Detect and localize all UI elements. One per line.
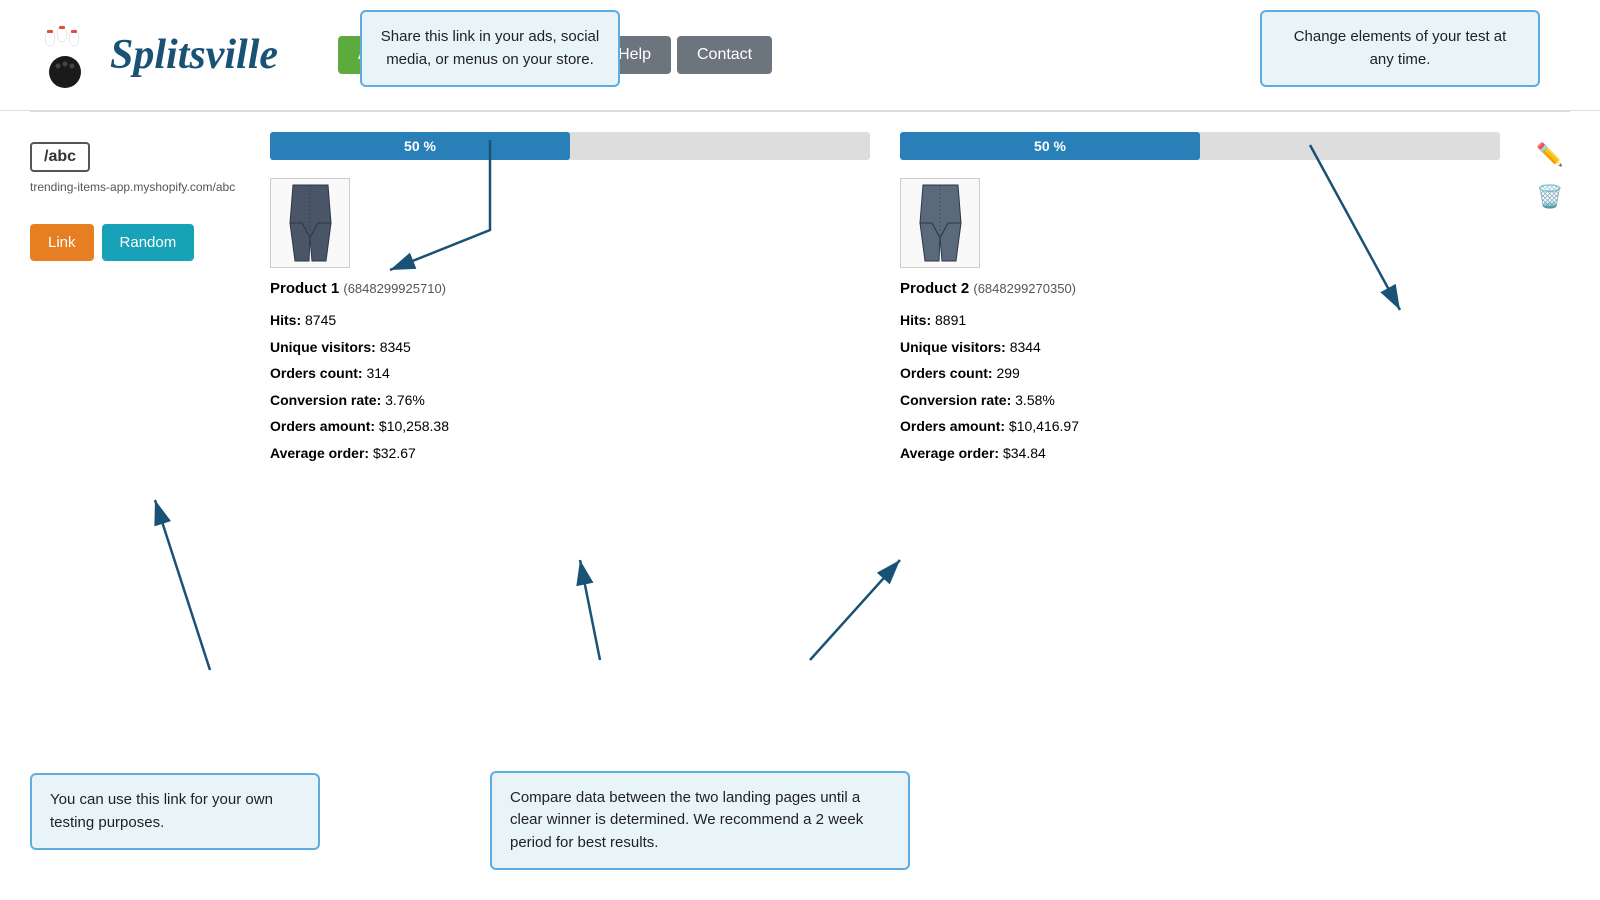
link-buttons: Link Random xyxy=(30,224,250,261)
product1-orders-amount: Orders amount: $10,258.38 xyxy=(270,413,870,440)
product2-column: 50 % Product 2 (6848299270350) Hits: 889… xyxy=(900,132,1500,467)
tooltip-link-purpose: You can use this link for your own testi… xyxy=(30,773,320,850)
product1-image xyxy=(270,178,350,268)
product2-progress-bar: 50 % xyxy=(900,132,1500,160)
abc-badge: /abc xyxy=(30,142,90,172)
contact-button[interactable]: Contact xyxy=(677,36,772,74)
right-icons: ✏️ 🗑️ xyxy=(1530,132,1570,467)
product1-column: 50 % Product 1 (6848299925710) Hits: 874… xyxy=(270,132,870,467)
edit-button[interactable]: ✏️ xyxy=(1536,142,1563,168)
delete-button[interactable]: 🗑️ xyxy=(1536,184,1563,210)
product1-name: Product 1 (6848299925710) xyxy=(270,280,870,297)
product1-avg-order: Average order: $32.67 xyxy=(270,440,870,467)
product1-image-svg xyxy=(283,183,338,263)
products-area: 50 % Product 1 (6848299925710) Hits: 874… xyxy=(270,132,1570,467)
tooltip-change: Change elements of your test at any time… xyxy=(1260,10,1540,87)
product1-percent: 50 % xyxy=(404,138,436,154)
link-button[interactable]: Link xyxy=(30,224,94,261)
product2-unique: Unique visitors: 8344 xyxy=(900,334,1500,361)
product1-hits: Hits: 8745 xyxy=(270,307,870,334)
product2-stats: Hits: 8891 Unique visitors: 8344 Orders … xyxy=(900,307,1500,467)
product1-bar-fill: 50 % xyxy=(270,132,570,160)
product1-orders-count: Orders count: 314 xyxy=(270,360,870,387)
product1-unique: Unique visitors: 8345 xyxy=(270,334,870,361)
left-sidebar: /abc trending-items-app.myshopify.com/ab… xyxy=(30,132,250,467)
product2-name: Product 2 (6848299270350) xyxy=(900,280,1500,297)
product1-progress-bar: 50 % xyxy=(270,132,870,160)
tooltip-compare: Compare data between the two landing pag… xyxy=(490,771,910,871)
product1-id: (6848299925710) xyxy=(343,281,446,296)
product2-orders-amount: Orders amount: $10,416.97 xyxy=(900,413,1500,440)
product2-id: (6848299270350) xyxy=(973,281,1076,296)
logo-icon xyxy=(30,20,100,90)
logo-text: Splitsville xyxy=(110,31,278,79)
product2-bar-fill: 50 % xyxy=(900,132,1200,160)
product2-percent: 50 % xyxy=(1034,138,1066,154)
product2-image xyxy=(900,178,980,268)
product1-conversion: Conversion rate: 3.76% xyxy=(270,387,870,414)
main-content: /abc trending-items-app.myshopify.com/ab… xyxy=(0,112,1600,487)
product2-hits: Hits: 8891 xyxy=(900,307,1500,334)
product1-stats: Hits: 8745 Unique visitors: 8345 Orders … xyxy=(270,307,870,467)
logo-area: Splitsville xyxy=(30,20,278,90)
product2-orders-count: Orders count: 299 xyxy=(900,360,1500,387)
tooltip-share: Share this link in your ads, social medi… xyxy=(360,10,620,87)
url-text: trending-items-app.myshopify.com/abc xyxy=(30,180,250,194)
product2-image-svg xyxy=(913,183,968,263)
product2-avg-order: Average order: $34.84 xyxy=(900,440,1500,467)
random-button[interactable]: Random xyxy=(102,224,195,261)
product2-conversion: Conversion rate: 3.58% xyxy=(900,387,1500,414)
